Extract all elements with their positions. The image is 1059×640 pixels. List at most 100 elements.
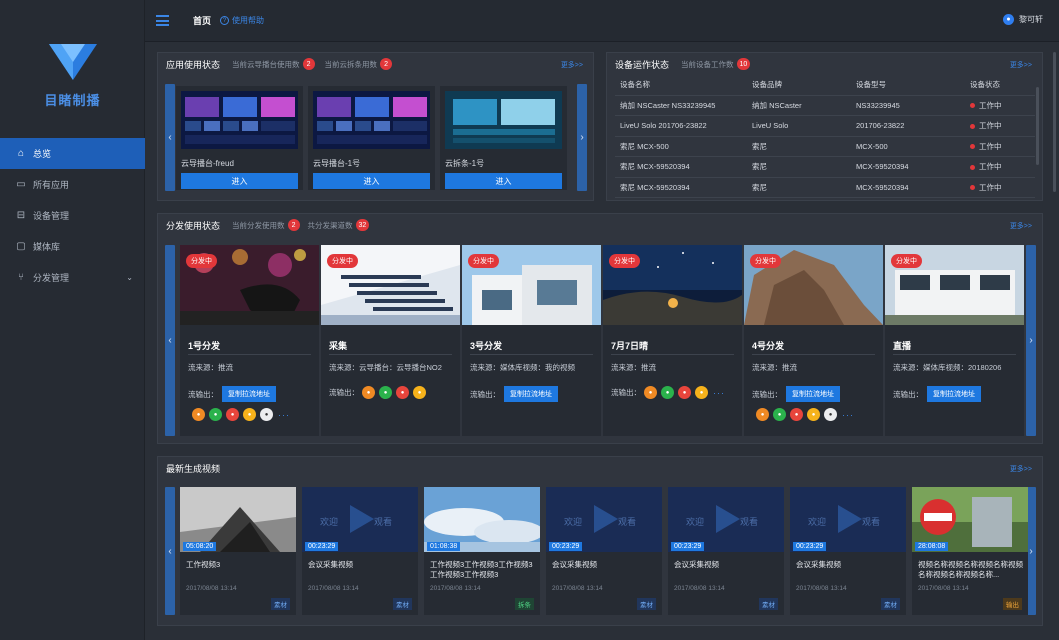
platform-icon[interactable]: ● xyxy=(260,408,273,421)
status-dot-icon xyxy=(970,123,975,129)
platform-icon[interactable]: ● xyxy=(644,386,657,399)
sidebar-item-media[interactable]: ▢ 媒体库 xyxy=(0,231,145,262)
table-row[interactable]: 纳加 NSCaster NS33239945 纳加 NSCaster NS332… xyxy=(615,95,1035,116)
dist-prev-arrow[interactable]: ‹ xyxy=(165,245,175,436)
welcome-text: 欢迎 xyxy=(320,517,339,527)
divider xyxy=(611,354,734,355)
page-scrollbar[interactable] xyxy=(1053,52,1056,192)
platform-icon[interactable]: ● xyxy=(379,386,392,399)
videos-more-link[interactable]: 更多>> xyxy=(1010,464,1032,474)
enter-button[interactable]: 进入 xyxy=(445,173,562,189)
stream-output-label: 流输出： xyxy=(893,389,923,399)
dist-use-count-label: 当前分发使用数 xyxy=(232,220,285,230)
app-next-arrow[interactable]: › xyxy=(577,84,587,191)
status-dot-icon xyxy=(970,103,975,109)
video-thumbnail: 05:08:20 xyxy=(180,487,296,552)
table-row[interactable]: LiveU Solo 201706-23822 LiveU Solo 20170… xyxy=(615,115,1035,137)
device-brand: 索尼 xyxy=(747,177,851,198)
column-header: 设备品牌 xyxy=(747,75,851,96)
sidebar-item-overview[interactable]: ⌂ 总览 xyxy=(0,138,145,169)
distribution-more-link[interactable]: 更多>> xyxy=(1010,221,1032,231)
video-card[interactable]: 欢迎 观看 00:23:29 会议采集视频 2017/08/08 13:14 素… xyxy=(546,487,662,615)
platform-icon[interactable]: ● xyxy=(661,386,674,399)
stream-output: 流输出： 复制拉流地址 xyxy=(752,386,840,402)
platform-icon[interactable]: ● xyxy=(756,408,769,421)
device-work-count: 当前设备工作数 10 xyxy=(681,58,751,70)
platform-icon[interactable]: ● xyxy=(824,408,837,421)
chevron-down-icon: ⌄ xyxy=(126,273,133,282)
video-card[interactable]: 欢迎 观看 00:23:29 会议采集视频 2017/08/08 13:14 素… xyxy=(668,487,784,615)
help-link[interactable]: ? 使用帮助 xyxy=(220,15,264,26)
platform-icon[interactable]: ● xyxy=(695,386,708,399)
video-tag: 拆条 xyxy=(515,598,534,610)
distribution-card[interactable]: 分发中 4号分发 流来源：推流 流输出： 复制拉流地址 ● ● ● ● ● ··· xyxy=(744,245,883,436)
app-prev-arrow[interactable]: ‹ xyxy=(165,84,175,191)
distribution-card[interactable]: 分发中 1号分发 流来源：推流 流输出： 复制拉流地址 ● ● ● ● ● ··· xyxy=(180,245,319,436)
platform-icon[interactable]: ● xyxy=(243,408,256,421)
user-menu[interactable]: ● 黎可轩 xyxy=(1003,14,1043,25)
video-tag: 素材 xyxy=(637,598,656,610)
weibo-icon[interactable]: ● xyxy=(678,386,691,399)
platform-icon[interactable]: ● xyxy=(209,408,222,421)
stream-output: 流输出： ● ● ● ● ··· xyxy=(611,386,725,399)
director-count: 当前云导播台使用数 2 xyxy=(232,58,315,70)
platform-icon[interactable]: ● xyxy=(362,386,375,399)
dist-next-arrow[interactable]: › xyxy=(1026,245,1036,436)
enter-button[interactable]: 进入 xyxy=(181,173,298,189)
more-platforms-icon[interactable]: ··· xyxy=(842,410,854,420)
distribution-card[interactable]: 分发中 采集 流来源：云导播台：云导播台NO2 流输出： ● ● ● ● xyxy=(321,245,460,436)
device-more-link[interactable]: 更多>> xyxy=(1010,60,1032,70)
platform-icon[interactable]: ● xyxy=(192,408,205,421)
enter-button[interactable]: 进入 xyxy=(313,173,430,189)
distribution-card[interactable]: 分发中 直播 流来源：媒体库视频：20180206 流输出： 复制拉流地址 xyxy=(885,245,1024,436)
latest-videos-panel: 最新生成视频 更多>> ‹ › 05:08:20 工作视频3 2017/08/0… xyxy=(157,456,1043,626)
platform-icon[interactable]: ● xyxy=(807,408,820,421)
status-dot-icon xyxy=(970,144,975,150)
video-card[interactable]: 欢迎 观看 00:23:29 会议采集视频 2017/08/08 13:14 素… xyxy=(790,487,906,615)
device-scrollbar[interactable] xyxy=(1036,87,1039,165)
copy-pull-url-button[interactable]: 复制拉流地址 xyxy=(927,386,981,402)
video-card[interactable]: 05:08:20 工作视频3 2017/08/08 13:14 素材 xyxy=(180,487,296,615)
stream-source-label: 流来源： xyxy=(752,363,782,372)
platform-icon[interactable]: ● xyxy=(413,386,426,399)
sidebar-item-devices[interactable]: ⊟ 设备管理 xyxy=(0,200,145,231)
app-usage-more-link[interactable]: 更多>> xyxy=(561,60,583,70)
copy-pull-url-button[interactable]: 复制拉流地址 xyxy=(504,386,558,402)
video-card[interactable]: 01:08:38 工作视频3工作视频3工作视频3工作视频3工作视频3 2017/… xyxy=(424,487,540,615)
distribution-card[interactable]: 分发中 3号分发 流来源：媒体库视频：我的视频 流输出： 复制拉流地址 xyxy=(462,245,601,436)
sidebar-item-apps[interactable]: ▭ 所有应用 xyxy=(0,169,145,200)
platform-icon[interactable]: ● xyxy=(773,408,786,421)
app-usage-panel: 应用使用状态 当前云导播台使用数 2 当前云拆条用数 2 更多>> ‹ › 云导… xyxy=(157,52,594,201)
table-row[interactable]: 索尼 MCX-59520394 索尼 MCX-59520394 工作中 xyxy=(615,177,1035,198)
device-status: 工作中 xyxy=(965,156,1035,178)
distribution-card[interactable]: 分发中 7月7日晴 流来源：推流 流输出： ● ● ● ● ··· xyxy=(603,245,742,436)
video-prev-arrow[interactable]: ‹ xyxy=(165,487,175,615)
video-card[interactable]: 欢迎 观看 00:23:29 会议采集视频 2017/08/08 13:14 素… xyxy=(302,487,418,615)
stream-source: 流来源：推流 xyxy=(752,362,797,373)
copy-pull-url-button[interactable]: 复制拉流地址 xyxy=(222,386,276,402)
device-status-panel: 设备运作状态 当前设备工作数 10 更多>> 设备名称 设备品牌 设备型号 设备… xyxy=(606,52,1043,201)
stream-output-label: 流输出： xyxy=(611,388,641,397)
video-duration: 05:08:20 xyxy=(183,542,217,551)
more-platforms-icon[interactable]: ··· xyxy=(278,410,290,420)
dist-use-count: 当前分发使用数 2 xyxy=(232,219,300,231)
chevron-left-icon: ‹ xyxy=(168,335,172,346)
video-card[interactable]: 28:08:08 视频名称视频名称视频名称视频名称视频名称视频名称... 201… xyxy=(912,487,1028,615)
breadcrumb-home[interactable]: 首页 xyxy=(193,14,211,27)
video-date: 2017/08/08 13:14 xyxy=(796,585,847,592)
sidebar-item-distribution[interactable]: ⑂ 分发管理 ⌄ xyxy=(0,262,145,293)
copy-pull-url-button[interactable]: 复制拉流地址 xyxy=(786,386,840,402)
weibo-icon[interactable]: ● xyxy=(790,408,803,421)
distribution-thumbnail: 分发中 xyxy=(180,245,319,325)
device-work-count-badge: 10 xyxy=(736,58,751,70)
table-row[interactable]: 索尼 MCX-59520394 索尼 MCX-59520394 工作中 xyxy=(615,156,1035,178)
more-platforms-icon[interactable]: ··· xyxy=(713,388,725,398)
menu-toggle-icon[interactable] xyxy=(156,15,169,26)
weibo-icon[interactable]: ● xyxy=(226,408,239,421)
sidebar-item-label: 总览 xyxy=(33,149,52,159)
divider xyxy=(470,354,593,355)
video-title: 会议采集视频 xyxy=(308,560,353,569)
table-row[interactable]: 索尼 MCX-500 索尼 MCX-500 工作中 xyxy=(615,136,1035,157)
weibo-icon[interactable]: ● xyxy=(396,386,409,399)
column-header: 设备名称 xyxy=(615,75,747,96)
